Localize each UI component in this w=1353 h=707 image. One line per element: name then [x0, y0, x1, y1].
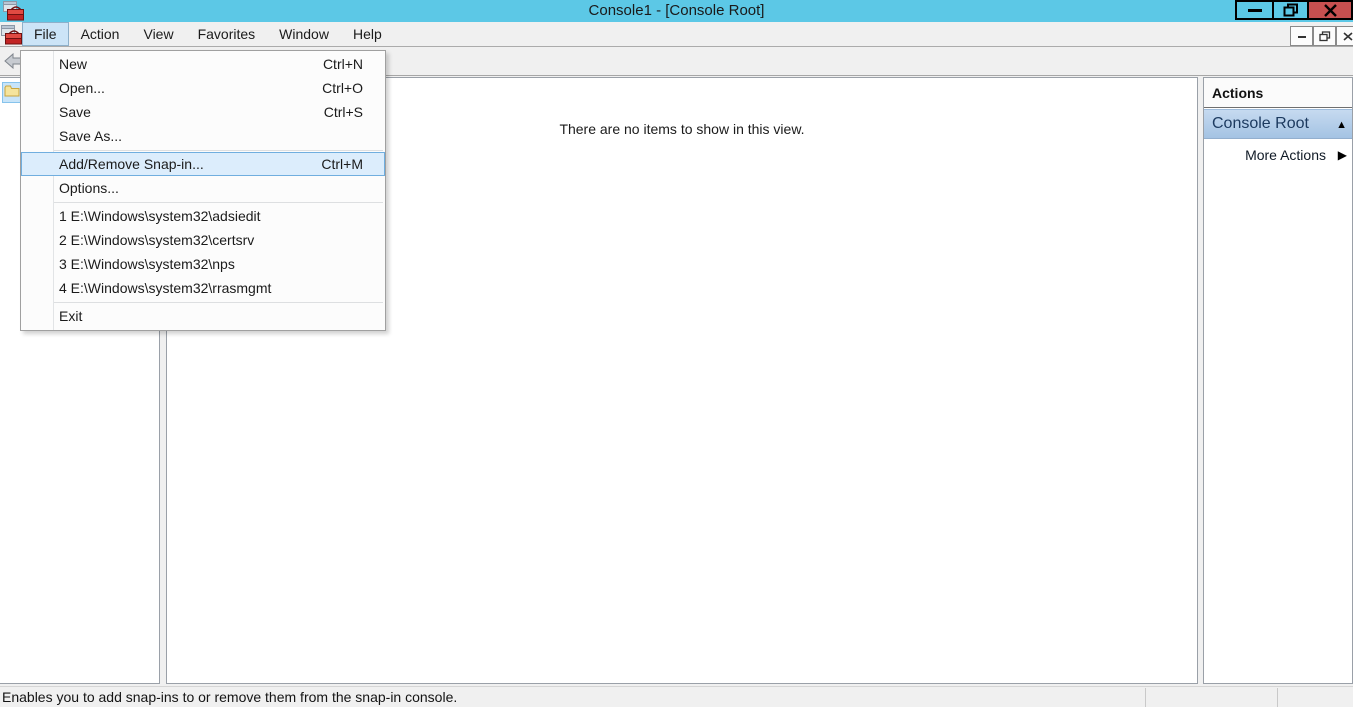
- menubar-item-action[interactable]: Action: [69, 22, 132, 46]
- file-menu-item-new[interactable]: New Ctrl+N: [21, 52, 385, 76]
- menu-item-shortcut: Ctrl+O: [322, 80, 363, 96]
- title-bar: Console1 - [Console Root]: [0, 0, 1353, 22]
- menubar-item-favorites[interactable]: Favorites: [186, 22, 268, 46]
- actions-pane-title: Actions: [1204, 78, 1352, 108]
- actions-pane: Actions Console Root ▲ More Actions ▶: [1203, 77, 1353, 684]
- menu-item-shortcut: Ctrl+M: [321, 156, 363, 172]
- file-menu-item-add-remove-snap-in[interactable]: Add/Remove Snap-in... Ctrl+M: [21, 152, 385, 176]
- restore-button[interactable]: [1272, 0, 1309, 20]
- menu-item-shortcut: Ctrl+S: [324, 104, 363, 120]
- tree-item-console-root[interactable]: [2, 82, 21, 103]
- menu-item-label: Open...: [59, 80, 105, 96]
- status-message: Enables you to add snap-ins to or remove…: [2, 689, 457, 705]
- menu-item-shortcut: Ctrl+N: [323, 56, 363, 72]
- menubar-item-window[interactable]: Window: [267, 22, 341, 46]
- file-menu-item-save[interactable]: Save Ctrl+S: [21, 100, 385, 124]
- file-menu-item-4-e-windows-system32-rrasmgmt[interactable]: 4 E:\Windows\system32\rrasmgmt: [21, 276, 385, 300]
- menu-item-label: 2 E:\Windows\system32\certsrv: [59, 232, 254, 248]
- status-bar: Enables you to add snap-ins to or remove…: [0, 686, 1353, 707]
- more-actions-item[interactable]: More Actions ▶: [1204, 143, 1352, 167]
- collapse-arrow-icon[interactable]: ▲: [1336, 119, 1347, 131]
- file-menu-item-open[interactable]: Open... Ctrl+O: [21, 76, 385, 100]
- status-bar-divider: [1277, 688, 1278, 707]
- menubar-item-view[interactable]: View: [131, 22, 185, 46]
- file-menu-items: New Ctrl+N Open... Ctrl+O Save Ctrl+S Save As.…: [21, 52, 385, 328]
- menu-item-label: New: [59, 56, 87, 72]
- file-menu-item-3-e-windows-system32-nps[interactable]: 3 E:\Windows\system32\nps: [21, 252, 385, 276]
- folder-icon: [4, 84, 20, 102]
- menu-item-label: 3 E:\Windows\system32\nps: [59, 256, 235, 272]
- file-menu-item-options[interactable]: Options...: [21, 176, 385, 200]
- file-menu-item-save-as[interactable]: Save As...: [21, 124, 385, 148]
- more-actions-label: More Actions: [1245, 143, 1326, 167]
- menu-item-label: Save: [59, 104, 91, 120]
- actions-group-console-root[interactable]: Console Root ▲: [1204, 109, 1352, 139]
- child-close-button[interactable]: [1336, 26, 1353, 46]
- console-app-icon: [1, 25, 23, 45]
- menu-item-label: Options...: [59, 180, 119, 196]
- menu-item-label: 1 E:\Windows\system32\adsiedit: [59, 208, 261, 224]
- file-menu-item-1-e-windows-system32-adsiedit[interactable]: 1 E:\Windows\system32\adsiedit: [21, 204, 385, 228]
- menubar-item-help[interactable]: Help: [341, 22, 394, 46]
- window-title: Console1 - [Console Root]: [0, 0, 1353, 22]
- menu-bar: FileActionViewFavoritesWindowHelp: [0, 22, 1353, 47]
- file-menu-dropdown: New Ctrl+N Open... Ctrl+O Save Ctrl+S Save As.…: [20, 50, 386, 331]
- menu-separator: [54, 202, 383, 203]
- child-restore-button[interactable]: [1313, 26, 1336, 46]
- menu-separator: [54, 302, 383, 303]
- menu-item-label: Add/Remove Snap-in...: [59, 156, 204, 172]
- status-bar-divider: [1145, 688, 1146, 707]
- menu-item-label: Exit: [59, 308, 82, 324]
- minimize-button[interactable]: [1235, 0, 1272, 20]
- more-actions-arrow-icon: ▶: [1338, 148, 1347, 162]
- menu-item-label: 4 E:\Windows\system32\rrasmgmt: [59, 280, 271, 296]
- actions-group-label: Console Root: [1204, 110, 1352, 138]
- menubar-item-file[interactable]: File: [22, 22, 69, 46]
- menu-bar-items: FileActionViewFavoritesWindowHelp: [22, 22, 394, 46]
- menu-separator: [54, 150, 383, 151]
- file-menu-item-exit[interactable]: Exit: [21, 304, 385, 328]
- menu-item-label: Save As...: [59, 128, 122, 144]
- file-menu-item-2-e-windows-system32-certsrv[interactable]: 2 E:\Windows\system32\certsrv: [21, 228, 385, 252]
- child-minimize-button[interactable]: [1290, 26, 1313, 46]
- close-button[interactable]: [1309, 0, 1353, 20]
